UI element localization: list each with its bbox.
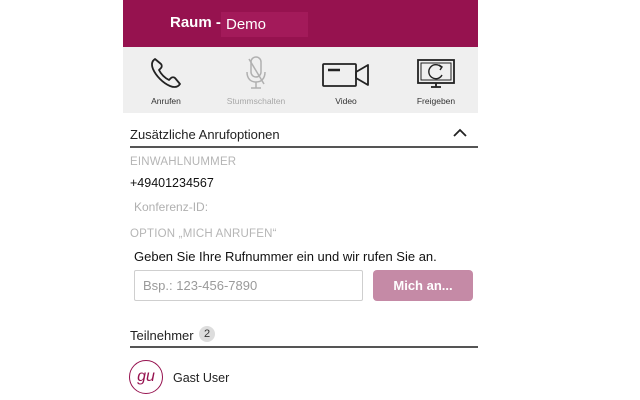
video-button-label: Video	[335, 96, 357, 106]
conference-id-label: Konferenz-ID:	[134, 200, 209, 214]
mute-button-label: Stummschalten	[226, 96, 286, 106]
avatar: gu	[129, 360, 163, 394]
call-button[interactable]: Anrufen	[131, 47, 201, 113]
call-me-option-label: OPTION „MICH ANRUFEN“	[130, 228, 277, 240]
screen-share-icon	[417, 59, 455, 88]
participants-title: Teilnehmer	[130, 328, 194, 343]
share-button[interactable]: Freigeben	[401, 47, 471, 113]
call-panel: Raum - Demo Anrufen Stummschalten Video …	[123, 0, 478, 400]
microphone-off-icon	[246, 56, 266, 89]
video-camera-icon	[322, 63, 369, 87]
participant-count-badge: 2	[199, 326, 215, 342]
phone-icon	[151, 58, 181, 88]
call-options-header[interactable]: Zusätzliche Anrufoptionen	[130, 122, 478, 148]
call-me-button[interactable]: Mich an...	[373, 270, 473, 301]
chevron-up-icon[interactable]	[452, 127, 468, 139]
room-prefix: Raum -	[170, 14, 221, 31]
dial-in-label: EINWAHLNUMMER	[130, 156, 237, 168]
call-toolbar: Anrufen Stummschalten Video Freigeben	[123, 47, 478, 113]
phone-number-input[interactable]	[134, 270, 363, 301]
video-button[interactable]: Video	[311, 47, 381, 113]
call-options-title: Zusätzliche Anrufoptionen	[130, 127, 280, 142]
call-button-label: Anrufen	[151, 96, 181, 106]
share-button-label: Freigeben	[416, 96, 456, 106]
mute-button[interactable]: Stummschalten	[221, 47, 291, 113]
participant-name[interactable]: Gast User	[173, 371, 229, 385]
room-name: Demo	[221, 12, 308, 37]
call-me-instruction: Geben Sie Ihre Rufnummer ein und wir ruf…	[134, 249, 437, 264]
dial-in-number: +49401234567	[130, 176, 214, 190]
participants-header: Teilnehmer 2	[130, 325, 478, 348]
room-header: Raum - Demo	[123, 0, 478, 47]
